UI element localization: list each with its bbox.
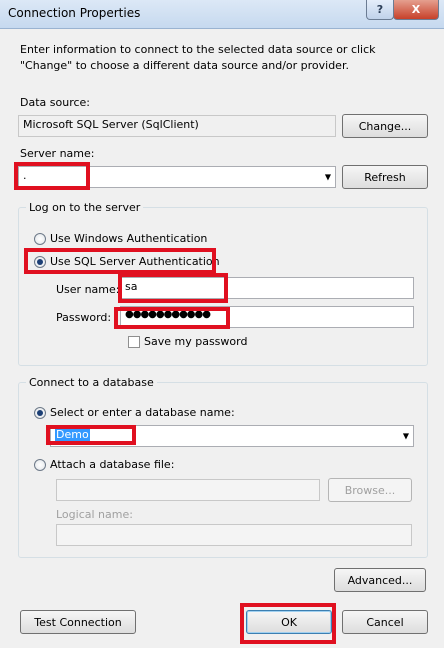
highlight-sql-auth: [24, 248, 216, 274]
select-database-radio[interactable]: [34, 407, 46, 419]
close-icon: X: [411, 3, 421, 16]
chevron-down-icon: ▼: [402, 431, 409, 441]
help-button[interactable]: ?: [366, 0, 394, 20]
server-name-label: Server name:: [20, 147, 95, 160]
test-connection-label: Test Connection: [34, 615, 122, 629]
cancel-button[interactable]: Cancel: [342, 610, 428, 634]
windows-auth-radio[interactable]: [34, 233, 46, 245]
username-label: User name:: [56, 283, 120, 296]
cancel-button-label: Cancel: [366, 615, 404, 629]
highlight-password: [114, 307, 230, 329]
select-database-label[interactable]: Select or enter a database name:: [50, 406, 235, 419]
logon-group-label: Log on to the server: [26, 201, 144, 214]
advanced-button-label: Advanced...: [347, 573, 413, 587]
help-icon: ?: [376, 3, 384, 16]
intro-text: Enter information to connect to the sele…: [20, 43, 376, 72]
advanced-button[interactable]: Advanced...: [334, 568, 426, 592]
save-password-checkbox[interactable]: [128, 336, 140, 348]
database-group-label: Connect to a database: [26, 376, 157, 389]
change-button[interactable]: Change...: [342, 114, 428, 138]
test-connection-button[interactable]: Test Connection: [20, 610, 136, 634]
refresh-button-label: Refresh: [364, 170, 406, 184]
attach-database-label[interactable]: Attach a database file:: [50, 458, 174, 471]
logical-name-input[interactable]: [56, 524, 412, 546]
close-button[interactable]: X: [393, 0, 439, 20]
change-button-label: Change...: [358, 119, 412, 133]
password-label: Password:: [56, 311, 112, 324]
logical-name-label: Logical name:: [56, 508, 133, 521]
browse-button[interactable]: Browse...: [328, 478, 412, 502]
browse-button-label: Browse...: [344, 483, 396, 497]
highlight-server-name: [14, 162, 90, 190]
attach-database-radio[interactable]: [34, 459, 46, 471]
highlight-database-name: [46, 425, 136, 445]
title-bar: Connection Properties ? X: [0, 0, 444, 29]
save-password-label[interactable]: Save my password: [144, 335, 247, 348]
chevron-down-icon: ▼: [324, 172, 331, 182]
windows-auth-label[interactable]: Use Windows Authentication: [50, 232, 207, 245]
refresh-button[interactable]: Refresh: [342, 165, 428, 189]
data-source-value: Microsoft SQL Server (SqlClient): [23, 118, 199, 131]
highlight-ok-button: [240, 603, 336, 644]
data-source-field: Microsoft SQL Server (SqlClient): [18, 115, 336, 137]
data-source-label: Data source:: [20, 96, 90, 109]
highlight-username: [118, 273, 228, 303]
window-title: Connection Properties: [8, 6, 141, 20]
database-file-input[interactable]: [56, 479, 320, 501]
